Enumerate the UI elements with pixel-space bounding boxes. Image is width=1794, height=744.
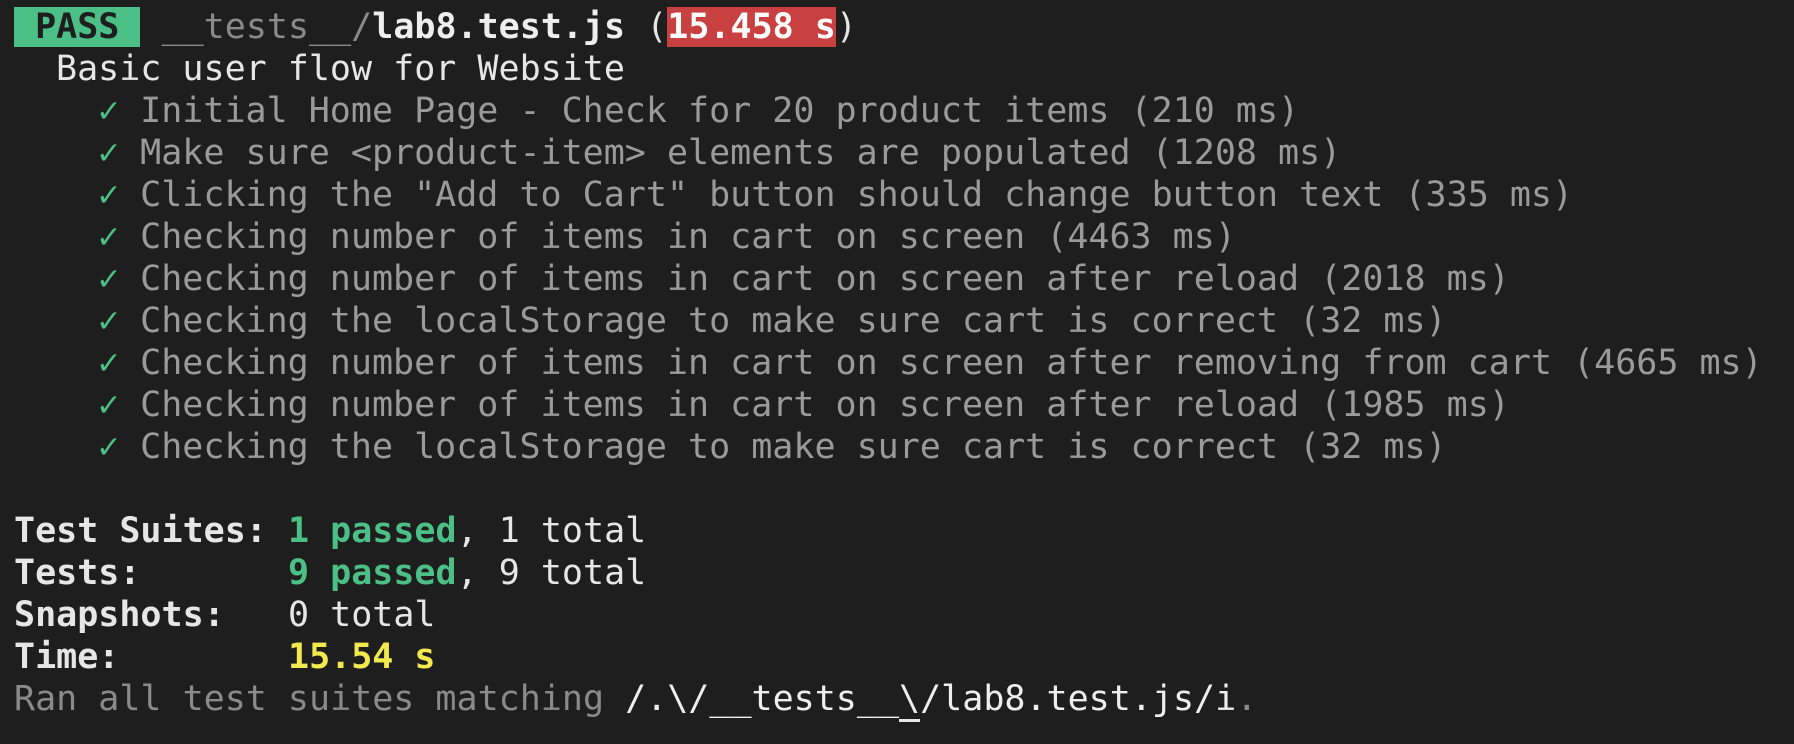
check-icon: ✓ [98, 91, 120, 131]
summary-suites: Test Suites: 1 passed, 1 total [14, 510, 1794, 552]
check-icon: ✓ [98, 427, 120, 467]
test-duration: (1985 ms) [1320, 385, 1510, 425]
test-result-row: ✓ Checking number of items in cart on sc… [14, 258, 1794, 300]
pattern-after-cursor: /lab8.test.js/i [920, 679, 1237, 719]
test-result-row: ✓ Checking number of items in cart on sc… [14, 216, 1794, 258]
pass-label: PASS [35, 7, 120, 47]
summary-tests-total: , 9 total [456, 553, 647, 593]
test-name: Checking number of items in cart on scre… [140, 259, 1300, 299]
test-duration: (32 ms) [1299, 427, 1447, 467]
summary-time-label: Time: [14, 637, 120, 677]
summary-time-value: 15.54 s [288, 637, 436, 677]
test-result-row: ✓ Initial Home Page - Check for 20 produ… [14, 90, 1794, 132]
summary-snapshots-label: Snapshots: [14, 595, 225, 635]
test-duration: (210 ms) [1130, 91, 1300, 131]
test-list: ✓ Initial Home Page - Check for 20 produ… [14, 90, 1794, 468]
test-duration: (4463 ms) [1046, 217, 1236, 257]
summary-snapshots-total: 0 total [288, 595, 436, 635]
test-result-row: ✓ Checking number of items in cart on sc… [14, 384, 1794, 426]
test-result-row: ✓ Checking number of items in cart on sc… [14, 342, 1794, 384]
summary-suites-label: Test Suites: [14, 511, 267, 551]
test-name: Make sure <product-item> elements are po… [140, 133, 1131, 173]
check-icon: ✓ [98, 175, 120, 215]
summary-suites-passed: 1 passed [288, 511, 457, 551]
test-result-row: ✓ Make sure <product-item> elements are … [14, 132, 1794, 174]
summary-tests-label: Tests: [14, 553, 141, 593]
test-duration: (335 ms) [1404, 175, 1574, 215]
test-name: Clicking the "Add to Cart" button should… [140, 175, 1384, 215]
slow-duration-badge: 15.458 s [667, 7, 836, 47]
test-duration: (4665 ms) [1573, 343, 1763, 383]
test-name: Checking the localStorage to make sure c… [140, 301, 1279, 341]
check-icon: ✓ [98, 259, 120, 299]
close-paren: ) [835, 7, 857, 47]
summary-tests: Tests: 9 passed, 9 total [14, 552, 1794, 594]
open-paren: ( [625, 7, 668, 47]
summary-tests-passed: 9 passed [288, 553, 457, 593]
result-header: PASS __tests__/lab8.test.js (15.458 s) [14, 6, 1794, 48]
summary-suites-total: , 1 total [456, 511, 647, 551]
test-name: Checking number of items in cart on scre… [140, 217, 1026, 257]
test-result-row: ✓ Clicking the "Add to Cart" button shou… [14, 174, 1794, 216]
test-result-row: ✓ Checking the localStorage to make sure… [14, 300, 1794, 342]
test-name: Checking number of items in cart on scre… [140, 385, 1300, 425]
test-result-row: ✓ Checking the localStorage to make sure… [14, 426, 1794, 468]
check-icon: ✓ [98, 385, 120, 425]
test-duration: (1208 ms) [1151, 133, 1342, 173]
test-filename: lab8.test.js [372, 7, 626, 47]
summary-time: Time: 15.54 s [14, 636, 1794, 678]
check-icon: ✓ [98, 301, 120, 341]
ran-all-suffix: . [1236, 679, 1258, 719]
test-name: Initial Home Page - Check for 20 product… [140, 91, 1110, 131]
ran-all-line: Ran all test suites matching /.\/__tests… [14, 678, 1794, 722]
test-name: Checking the localStorage to make sure c… [140, 427, 1279, 467]
test-path-prefix: __tests__/ [161, 7, 373, 47]
suite-name: Basic user flow for Website [56, 49, 625, 89]
pattern-before-cursor: /.\/__tests__ [625, 679, 900, 719]
check-icon: ✓ [98, 133, 120, 173]
pass-badge: PASS [14, 7, 141, 47]
check-icon: ✓ [98, 217, 120, 257]
terminal-output: PASS __tests__/lab8.test.js (15.458 s) B… [0, 0, 1794, 744]
test-duration: (32 ms) [1299, 301, 1447, 341]
suite-title: Basic user flow for Website [14, 48, 1794, 90]
check-icon: ✓ [98, 343, 120, 383]
terminal-cursor[interactable]: \ [899, 679, 921, 722]
ran-all-prefix: Ran all test suites matching [14, 679, 626, 719]
test-duration: (2018 ms) [1320, 259, 1510, 299]
summary-snapshots: Snapshots: 0 total [14, 594, 1794, 636]
test-name: Checking number of items in cart on scre… [140, 343, 1552, 383]
